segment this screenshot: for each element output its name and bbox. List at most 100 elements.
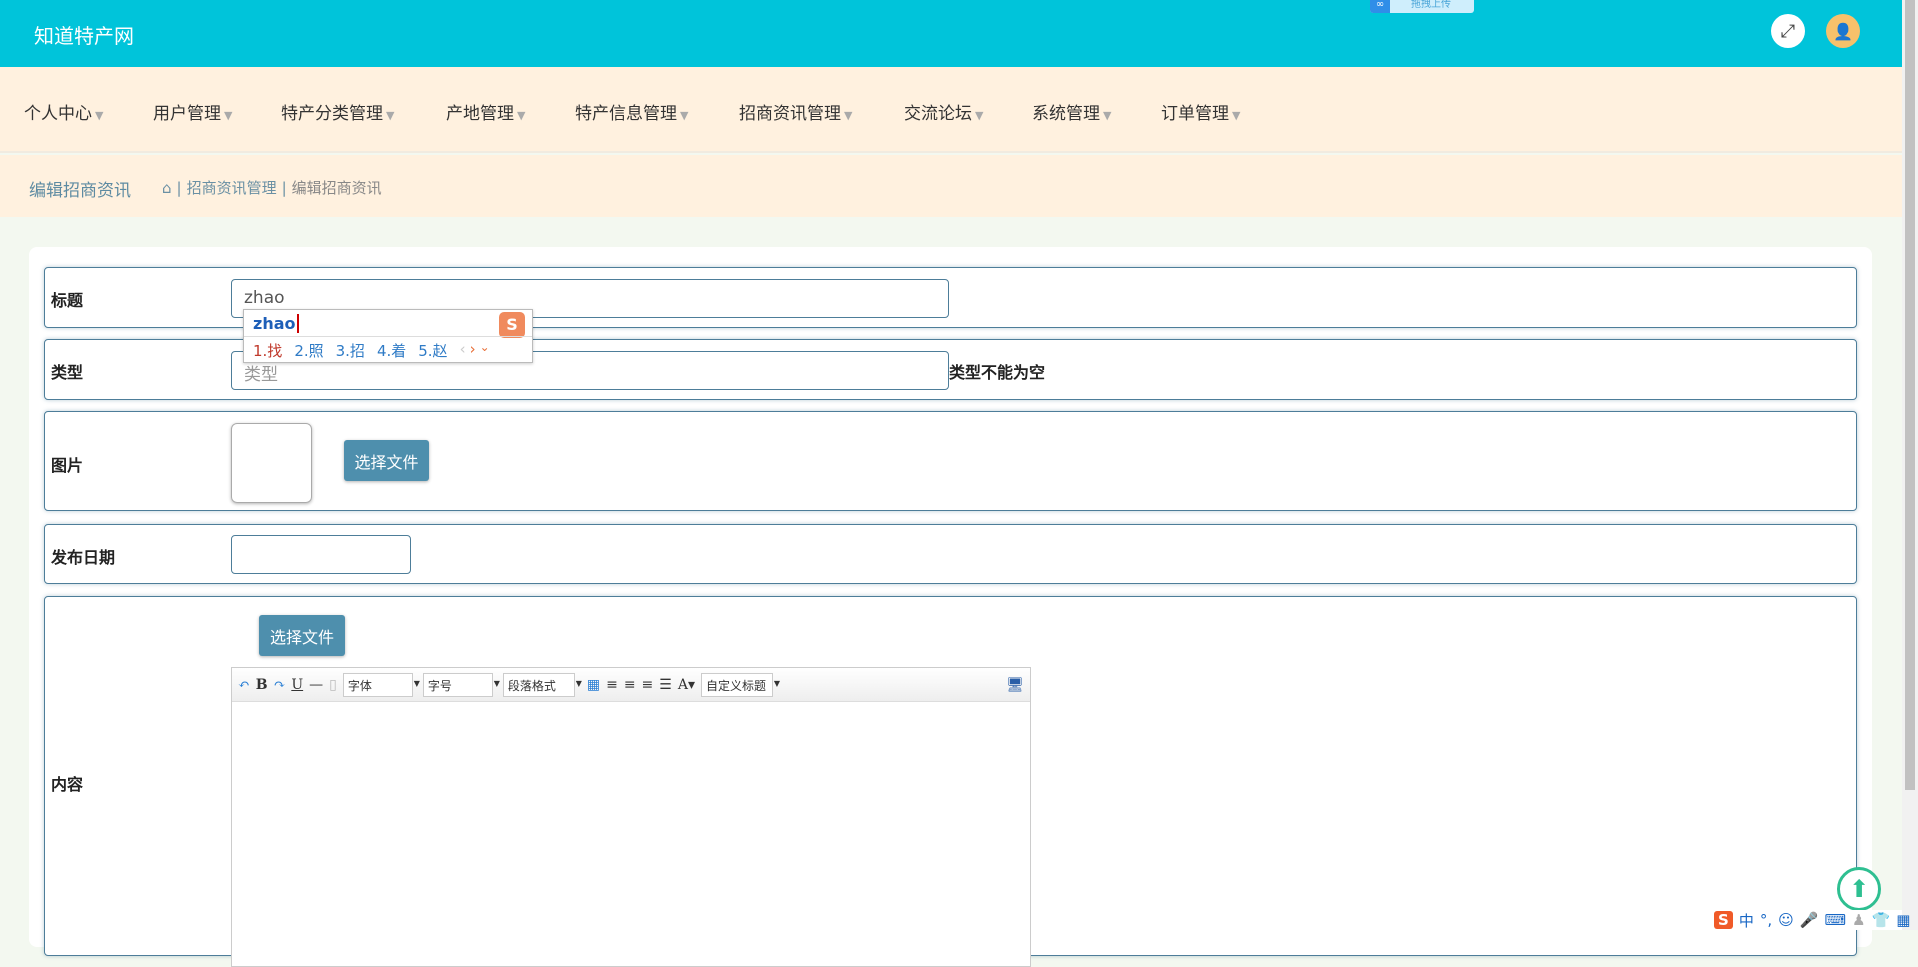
expand-icon[interactable]: ⌄ (480, 340, 490, 361)
type-label: 类型 (51, 363, 84, 382)
caret-down-icon: ▼ (844, 109, 853, 122)
caret-down-icon: ▼ (386, 109, 395, 122)
nav-label: 产地管理 (446, 104, 514, 124)
nav-label: 系统管理 (1032, 104, 1100, 124)
nav-label: 特产分类管理 (281, 104, 383, 124)
horizontal-rule-icon[interactable]: — (309, 677, 323, 693)
type-error: 类型不能为空 (949, 363, 1046, 382)
scrollbar-thumb[interactable] (1905, 0, 1915, 790)
title-value: zhao (244, 288, 285, 308)
ime-candidate-popup: zhao S 1.找 2.照 3.招 4.着 5.赵 ‹ › ⌄ (243, 309, 533, 363)
paragraph-select[interactable]: 段落格式 ▼ (502, 672, 582, 697)
fullscreen-icon[interactable]: ⤢ (1771, 14, 1805, 48)
caret-down-icon: ▼ (975, 109, 984, 122)
breadcrumb-link[interactable]: 招商资讯管理 (187, 179, 277, 197)
nav-category-management[interactable]: 特产分类管理 ▼ (281, 99, 394, 124)
punctuation-icon[interactable]: °, (1760, 911, 1772, 929)
ime-candidate[interactable]: 3.招 (336, 340, 365, 361)
page-scrollbar[interactable] (1902, 0, 1918, 930)
user-avatar-icon[interactable]: 👤 (1826, 14, 1860, 48)
align-left-icon[interactable]: ≡ (606, 677, 618, 693)
size-select-label: 字号 (427, 678, 452, 693)
separator: | (281, 179, 287, 197)
ime-mode[interactable]: 中 (1739, 910, 1754, 931)
redo-icon[interactable]: ↷ (274, 677, 286, 693)
custom-title-select[interactable]: 自定义标题 ▼ (700, 672, 780, 697)
scroll-to-top-button[interactable]: ⬆ (1837, 867, 1881, 911)
prev-page-icon[interactable]: ‹ (460, 340, 466, 361)
font-select[interactable]: 字体 ▼ (342, 672, 420, 697)
table-icon[interactable]: ▦ (587, 677, 600, 693)
custom-title-label: 自定义标题 (705, 678, 766, 693)
image-choose-file-button[interactable]: 选择文件 (344, 440, 429, 481)
align-justify-icon[interactable]: ☰ (659, 677, 672, 693)
size-select[interactable]: 字号 ▼ (422, 672, 500, 697)
ime-composition: zhao (253, 314, 299, 333)
ime-candidate[interactable]: 1.找 (253, 340, 282, 361)
rich-text-editor[interactable]: ↶ B ↷ U — ▯ 字体 ▼ 字号 ▼ 段落格式 ▼ ▦ ≡ ≡ ≡ ☰ A▾ 自… (231, 667, 1031, 967)
next-page-icon[interactable]: › (470, 340, 476, 361)
nav-user-management[interactable]: 用户管理 ▼ (153, 99, 232, 124)
emoji-icon[interactable]: ☺ (1778, 911, 1794, 929)
nav-orders[interactable]: 订单管理 ▼ (1161, 99, 1240, 124)
page-title: 编辑招商资讯 (29, 181, 131, 201)
upload-badge-label: 拖拽上传 (1411, 0, 1451, 10)
caret-down-icon: ▼ (517, 109, 526, 122)
ime-candidate[interactable]: 5.赵 (418, 340, 447, 361)
sogou-icon[interactable]: S (1714, 911, 1733, 929)
align-right-icon[interactable]: ≡ (624, 677, 636, 693)
skin-icon[interactable]: 👕 (1872, 911, 1891, 929)
breadcrumb-current: 编辑招商资讯 (291, 179, 382, 197)
header: 知道特产网 ∞ 拖拽上传 ⤢ 👤 (0, 0, 1902, 67)
date-label: 发布日期 (51, 548, 116, 567)
keyboard-icon[interactable]: ⌨ (1824, 911, 1846, 929)
upload-icon: ∞ (1370, 0, 1390, 13)
date-input[interactable] (231, 535, 411, 574)
caret-down-icon: ▼ (95, 109, 104, 122)
nav-investment-news[interactable]: 招商资讯管理 ▼ (739, 99, 852, 124)
caret-down-icon: ▼ (1103, 109, 1112, 122)
breadcrumb-bar: 编辑招商资讯 ⌂ | 招商资讯管理 | 编辑招商资讯 (0, 155, 1902, 217)
nav-label: 用户管理 (153, 104, 221, 124)
dropdown-icon: ▼ (493, 678, 500, 688)
dropdown-icon: ▼ (413, 678, 420, 688)
main-nav: 个人中心 ▼ 用户管理 ▼ 特产分类管理 ▼ 产地管理 ▼ 特产信息管理 ▼ 招商资讯管理… (0, 67, 1902, 153)
toolbox-icon[interactable]: ▦ (1896, 911, 1910, 929)
ime-candidate[interactable]: 4.着 (377, 340, 406, 361)
date-row: 发布日期 (44, 524, 1857, 584)
title-label: 标题 (51, 291, 84, 310)
microphone-icon[interactable]: 🎤 (1800, 911, 1819, 929)
nav-origin-management[interactable]: 产地管理 ▼ (446, 99, 525, 124)
nav-label: 交流论坛 (904, 104, 972, 124)
editor-toolbar: ↶ B ↷ U — ▯ 字体 ▼ 字号 ▼ 段落格式 ▼ ▦ ≡ ≡ ≡ ☰ A▾ 自… (232, 668, 1030, 702)
type-placeholder: 类型 (244, 365, 278, 385)
upload-badge[interactable]: ∞ 拖拽上传 (1370, 0, 1474, 13)
nav-label: 订单管理 (1161, 104, 1229, 124)
underline-icon[interactable]: U (291, 677, 303, 693)
arrow-up-icon: ⬆ (1848, 875, 1870, 903)
ime-candidates: 1.找 2.照 3.招 4.着 5.赵 ‹ › ⌄ (253, 340, 490, 361)
nav-label: 个人中心 (24, 104, 92, 124)
nav-personal-center[interactable]: 个人中心 ▼ (24, 99, 103, 124)
home-icon[interactable]: ⌂ (162, 179, 172, 197)
nav-forum[interactable]: 交流论坛 ▼ (904, 99, 983, 124)
page-icon[interactable]: ▯ (329, 677, 337, 693)
separator: | (176, 179, 182, 197)
undo-icon[interactable]: ↶ (238, 677, 250, 693)
nav-system[interactable]: 系统管理 ▼ (1032, 99, 1111, 124)
ime-candidate[interactable]: 2.照 (294, 340, 323, 361)
bold-icon[interactable]: B (256, 677, 268, 693)
fullscreen-editor-icon[interactable]: 🖥 (1006, 677, 1024, 693)
content-choose-file-button[interactable]: 选择文件 (259, 615, 345, 656)
breadcrumb: ⌂ | 招商资讯管理 | 编辑招商资讯 (162, 177, 382, 198)
font-color-icon[interactable]: A▾ (678, 677, 695, 693)
site-title: 知道特产网 (34, 24, 134, 48)
sogou-logo-icon: S (499, 312, 525, 338)
nav-product-management[interactable]: 特产信息管理 ▼ (575, 99, 688, 124)
caret-down-icon: ▼ (1232, 109, 1241, 122)
user-icon[interactable]: ♟ (1852, 911, 1865, 929)
font-select-label: 字体 (347, 678, 372, 693)
dropdown-icon: ▼ (773, 678, 780, 688)
align-center-icon[interactable]: ≡ (642, 677, 654, 693)
nav-label: 招商资讯管理 (739, 104, 841, 124)
